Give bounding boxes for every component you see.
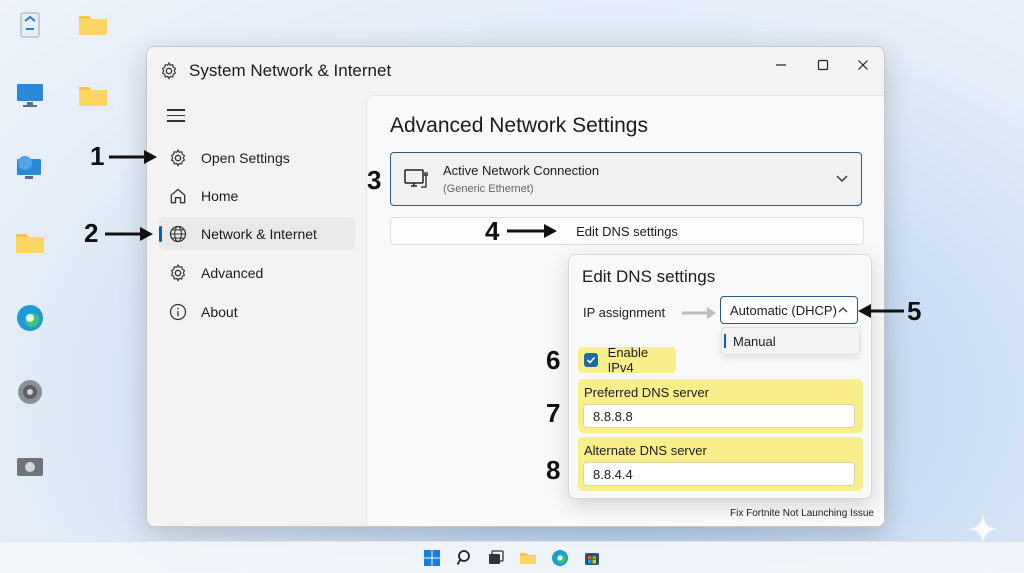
close-icon: [858, 60, 868, 70]
network-globe-icon[interactable]: [10, 148, 50, 188]
page-title: Advanced Network Settings: [390, 114, 648, 137]
chevron-up-icon: [838, 307, 848, 313]
sidebar-item-label: About: [201, 303, 238, 320]
file-explorer-icon[interactable]: [518, 548, 538, 568]
arrow-right-icon: [109, 150, 157, 164]
sidebar-item-about[interactable]: About: [159, 295, 355, 328]
gear-icon: [167, 147, 189, 169]
maximize-button[interactable]: [811, 53, 835, 77]
callout-number: 1: [90, 141, 105, 171]
sidebar-item-open-settings[interactable]: Open Settings: [159, 141, 355, 174]
arrow-right-icon: [682, 307, 716, 319]
hamburger-menu-icon[interactable]: [167, 109, 185, 123]
callout-number: 2: [84, 218, 99, 248]
sidebar-item-label: Open Settings: [201, 149, 290, 166]
preferred-dns-input[interactable]: 8.8.8.8: [583, 404, 855, 428]
sidebar-item-network-internet[interactable]: Network & Internet: [159, 217, 355, 250]
sidebar-item-label: Network & Internet: [201, 225, 317, 242]
callout-number: 4: [485, 216, 500, 246]
arrow-left-icon: [858, 304, 904, 318]
arrow-right-icon: [105, 227, 153, 241]
callout-number: 3: [367, 165, 382, 195]
monitor-icon[interactable]: [10, 75, 50, 115]
alternate-dns-label: Alternate DNS server: [584, 443, 707, 458]
network-connection-dropdown[interactable]: Active Network Connection (Generic Ether…: [390, 152, 862, 206]
minimize-icon: [776, 64, 786, 66]
maximize-icon: [817, 59, 829, 71]
preferred-dns-group: Preferred DNS server 8.8.8.8: [578, 379, 863, 433]
callout-number: 6: [546, 345, 561, 375]
ethernet-icon: [404, 169, 428, 188]
start-windows-icon[interactable]: [422, 548, 442, 568]
window-title: System Network & Internet: [189, 61, 392, 80]
sidebar-item-home[interactable]: Home: [159, 179, 355, 212]
checkbox-checked-icon[interactable]: [584, 353, 598, 367]
edge-browser-icon[interactable]: [10, 298, 50, 338]
alternate-dns-input[interactable]: 8.8.4.4: [583, 462, 855, 486]
preferred-dns-label: Preferred DNS server: [584, 385, 709, 400]
ip-assignment-select[interactable]: Automatic (DHCP): [720, 296, 858, 324]
camera-app-icon[interactable]: [10, 372, 50, 412]
dns-panel-title: Edit DNS settings: [582, 267, 716, 286]
chevron-down-icon: [836, 175, 848, 182]
menu-item-manual[interactable]: Manual: [722, 328, 859, 354]
sidebar-item-label: Home: [201, 187, 239, 204]
caption-text: Fix Fortnite Not Launching Issue: [730, 508, 874, 519]
ip-assignment-value: Automatic (DHCP): [730, 302, 837, 318]
sidebar-item-label: Advanced: [201, 264, 264, 281]
close-button[interactable]: [851, 53, 875, 77]
info-icon: [167, 301, 189, 323]
ip-assignment-menu: Manual: [721, 327, 860, 355]
gear-icon: [161, 61, 177, 80]
connection-title: Active Network Connection: [443, 163, 600, 178]
folder-icon[interactable]: [73, 75, 113, 115]
screenshot-app-icon[interactable]: [10, 446, 50, 486]
callout-number: 8: [546, 455, 561, 485]
home-icon: [167, 185, 189, 207]
enable-ipv4-label: Enable IPv4: [607, 345, 649, 375]
gear-icon: [167, 262, 189, 284]
enable-ipv4-checkbox-row[interactable]: Enable IPv4: [578, 345, 676, 375]
minimize-button[interactable]: [769, 53, 793, 77]
search-icon[interactable]: [455, 548, 475, 568]
ip-assignment-label: IP assignment: [583, 305, 666, 320]
arrow-right-icon: [507, 224, 557, 238]
sidebar-item-advanced[interactable]: Advanced: [159, 256, 355, 289]
callout-number: 7: [546, 398, 561, 428]
taskbar: [0, 541, 1024, 573]
task-view-icon[interactable]: [486, 548, 506, 568]
folder-icon[interactable]: [10, 222, 50, 262]
recycle-bin-icon[interactable]: [10, 4, 50, 44]
title-bar[interactable]: System Network & Internet: [147, 47, 884, 93]
connection-subtitle: (Generic Ethernet): [443, 183, 534, 195]
callout-number: 5: [907, 296, 922, 326]
store-icon[interactable]: [582, 548, 602, 568]
alternate-dns-group: Alternate DNS server 8.8.4.4: [578, 437, 863, 491]
edge-browser-icon[interactable]: [550, 548, 570, 568]
folder-icon[interactable]: [73, 4, 113, 44]
globe-icon: [167, 223, 189, 245]
edit-dns-panel: Edit DNS settings IP assignment Automati…: [568, 254, 872, 499]
edit-dns-settings-button[interactable]: Edit DNS settings: [390, 217, 864, 245]
